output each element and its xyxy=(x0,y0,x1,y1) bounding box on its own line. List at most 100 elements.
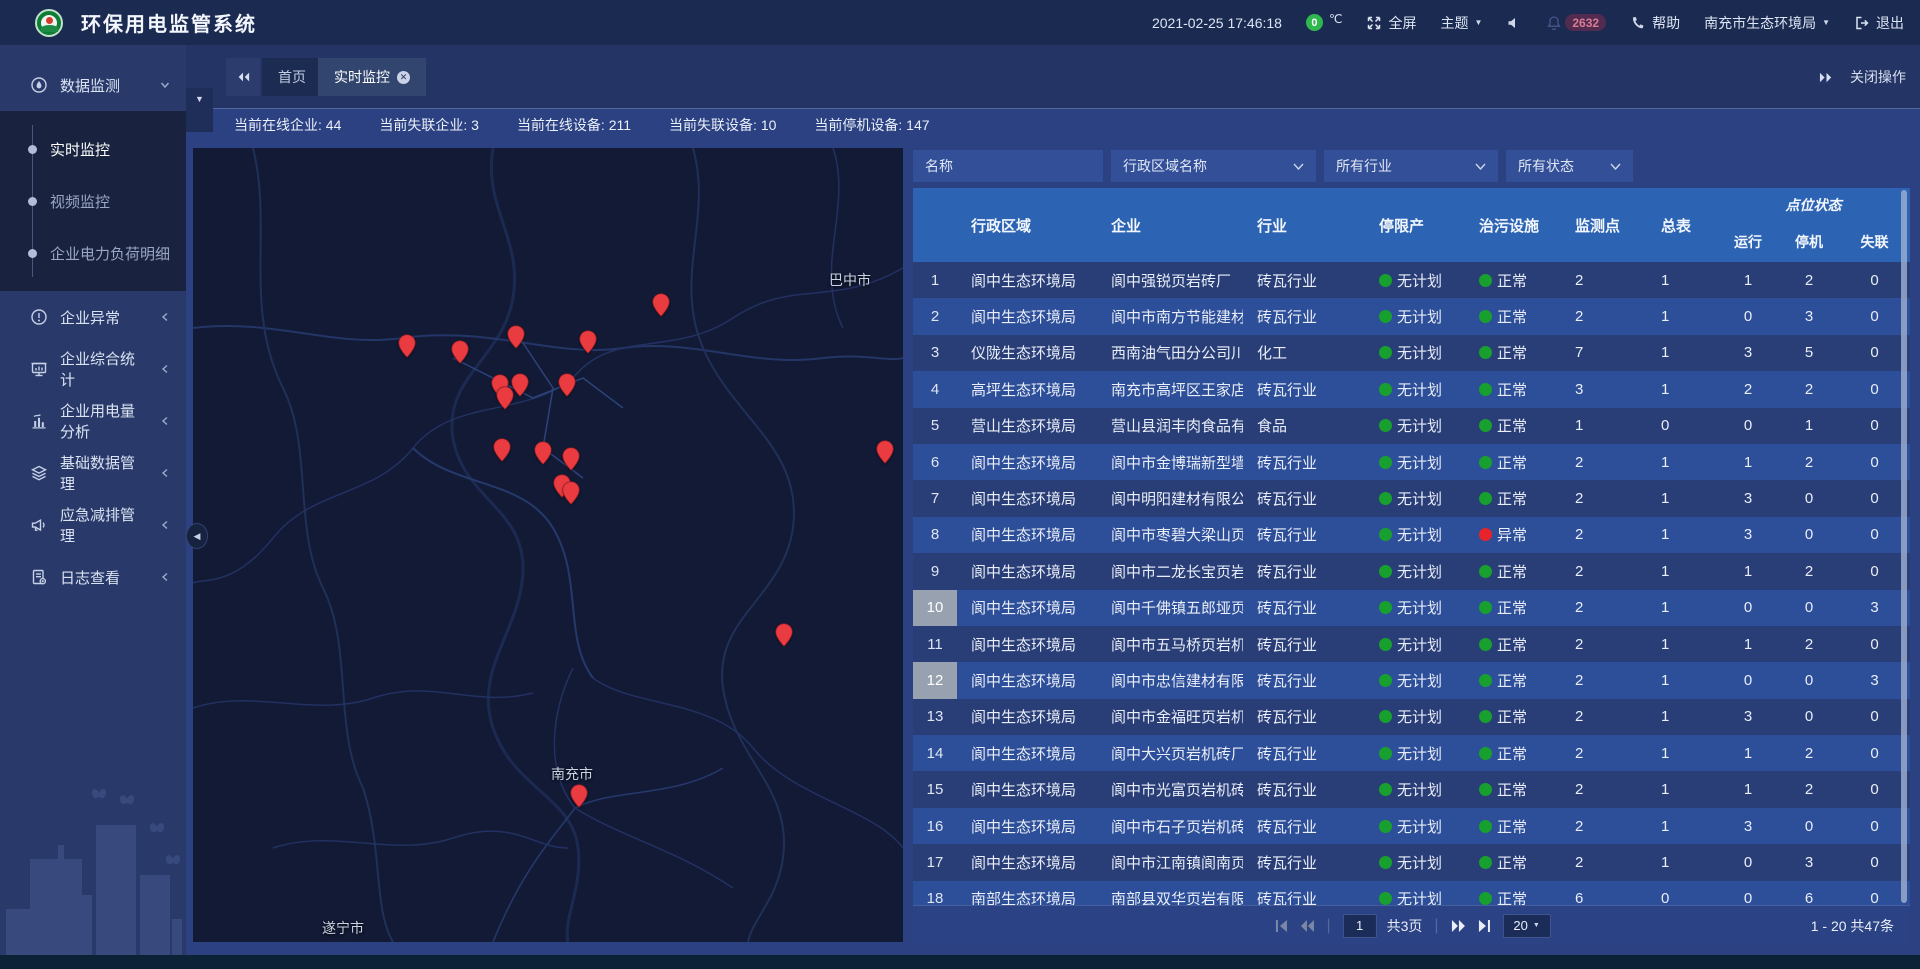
chevron-down-icon xyxy=(1475,163,1486,170)
sidebar-item-1[interactable]: 企业异常 xyxy=(0,291,186,343)
sidebar-item-3[interactable]: 企业用电量分析 xyxy=(0,395,186,447)
row-industry-cell: 砖瓦行业 xyxy=(1243,517,1365,553)
next-page-button[interactable] xyxy=(1451,919,1467,933)
map-pin-icon[interactable] xyxy=(579,330,597,354)
table-row[interactable]: 10阆中生态环境局阆中千佛镇五郎垭页岩砖瓦行业无计划正常21003 xyxy=(913,590,1910,626)
sidebar-item-0[interactable]: 数据监测 xyxy=(0,59,186,111)
row-industry-cell: 砖瓦行业 xyxy=(1243,590,1365,626)
fullscreen-button[interactable]: 全屏 xyxy=(1366,13,1416,33)
sidebar-item-6[interactable]: 日志查看 xyxy=(0,551,186,603)
row-company-cell: 阆中市南方节能建材有 xyxy=(1097,298,1243,334)
panel-collapse-handle[interactable]: ▼ xyxy=(186,88,213,132)
map-canvas[interactable]: 巴中市南充市遂宁市 xyxy=(193,148,903,942)
table-row[interactable]: 2阆中生态环境局阆中市南方节能建材有砖瓦行业无计划正常21030 xyxy=(913,298,1910,334)
row-company-cell: 营山县润丰肉食品有限 xyxy=(1097,408,1243,444)
table-row[interactable]: 13阆中生态环境局阆中市金福旺页岩机砖砖瓦行业无计划正常21300 xyxy=(913,699,1910,735)
row-industry-cell: 砖瓦行业 xyxy=(1243,298,1365,334)
sidebar-item-2[interactable]: 企业综合统计 xyxy=(0,343,186,395)
row-stopped-cell: 2 xyxy=(1779,444,1839,480)
map-pin-icon[interactable] xyxy=(398,334,416,358)
table-row[interactable]: 17阆中生态环境局阆中市江南镇阆南页岩砖瓦行业无计划正常21030 xyxy=(913,844,1910,880)
row-meters-cell: 1 xyxy=(1647,371,1717,407)
row-offline-cell: 3 xyxy=(1839,662,1910,698)
map-pin-icon[interactable] xyxy=(496,386,514,410)
row-stopped-cell: 0 xyxy=(1779,590,1839,626)
city-label-1: 南充市 xyxy=(551,764,593,784)
row-facility-cell: 正常 xyxy=(1465,808,1561,844)
exit-label: 退出 xyxy=(1876,13,1904,33)
map-pin-icon[interactable] xyxy=(493,438,511,462)
map-pin-icon[interactable] xyxy=(652,293,670,317)
mute-button[interactable] xyxy=(1506,15,1522,31)
submenu-item-0[interactable]: 实时监控 xyxy=(0,123,186,175)
exit-button[interactable]: 退出 xyxy=(1854,13,1904,33)
row-stopped-cell: 5 xyxy=(1779,335,1839,371)
row-company-cell: 西南油气田分公司川中 xyxy=(1097,335,1243,371)
table-row[interactable]: 11阆中生态环境局阆中市五马桥页岩机砖砖瓦行业无计划正常21120 xyxy=(913,626,1910,662)
table-row[interactable]: 14阆中生态环境局阆中大兴页岩机砖厂砖瓦行业无计划正常21120 xyxy=(913,735,1910,771)
first-page-button[interactable] xyxy=(1272,919,1288,933)
industry-filter-select[interactable]: 所有行业 xyxy=(1324,150,1498,182)
map-pin-icon[interactable] xyxy=(876,440,894,464)
last-page-button[interactable] xyxy=(1477,919,1493,933)
map-pin-icon[interactable] xyxy=(558,373,576,397)
row-offline-cell: 0 xyxy=(1839,408,1910,444)
row-facility-cell: 正常 xyxy=(1465,262,1561,298)
name-filter-placeholder: 名称 xyxy=(925,156,1091,176)
table-row[interactable]: 9阆中生态环境局阆中市二龙长宝页岩砖砖瓦行业无计划正常21120 xyxy=(913,553,1910,589)
previous-page-button[interactable] xyxy=(1298,919,1314,933)
table-row[interactable]: 1阆中生态环境局阆中强锐页岩砖厂砖瓦行业无计划正常21120 xyxy=(913,262,1910,298)
map-pin-icon[interactable] xyxy=(562,447,580,471)
table-row[interactable]: 6阆中生态环境局阆中市金博瑞新型墙材砖瓦行业无计划正常21120 xyxy=(913,444,1910,480)
org-dropdown[interactable]: 南充市生态环境局 ▼ xyxy=(1704,13,1830,33)
notifications-button[interactable]: 2632 xyxy=(1546,14,1606,31)
row-company-cell: 阆中千佛镇五郎垭页岩 xyxy=(1097,590,1243,626)
table-row[interactable]: 15阆中生态环境局阆中市光富页岩机砖厂砖瓦行业无计划正常21120 xyxy=(913,771,1910,807)
submenu-item-2[interactable]: 企业电力负荷明细 xyxy=(0,227,186,279)
row-region-cell: 仪陇生态环境局 xyxy=(957,335,1097,371)
table-row[interactable]: 12阆中生态环境局阆中市忠信建材有限公砖瓦行业无计划正常21003 xyxy=(913,662,1910,698)
sidebar-item-label: 企业异常 xyxy=(60,307,148,328)
tab-close-icon[interactable]: ✕ xyxy=(397,71,410,84)
sidebar-item-4[interactable]: 基础数据管理 xyxy=(0,447,186,499)
map-pin-icon[interactable] xyxy=(570,784,588,808)
close-operations-button[interactable]: 关闭操作 xyxy=(1850,67,1906,87)
stat-2: 当前在线设备: 211 xyxy=(517,115,631,135)
row-running-cell: 0 xyxy=(1717,662,1779,698)
row-facility-cell: 正常 xyxy=(1465,371,1561,407)
page-number-input[interactable]: 1 xyxy=(1343,914,1377,938)
map-pin-icon[interactable] xyxy=(534,441,552,465)
sidebar-item-5[interactable]: 应急减排管理 xyxy=(0,499,186,551)
bullet-icon xyxy=(28,249,37,258)
tabs-scroll-right-button[interactable] xyxy=(1819,71,1834,84)
tab-home[interactable]: 首页 xyxy=(262,58,322,96)
theme-dropdown[interactable]: 主题 ▼ xyxy=(1440,13,1482,33)
table-row[interactable]: 4高坪生态环境局南充市高坪区王家店建砖瓦行业无计划正常31220 xyxy=(913,371,1910,407)
map-collapse-button[interactable]: ◀ xyxy=(186,523,208,549)
table-row[interactable]: 8阆中生态环境局阆中市枣碧大梁山页岩砖瓦行业无计划异常21300 xyxy=(913,517,1910,553)
plan-status: 无计划 xyxy=(1397,706,1442,727)
page-size-select[interactable]: 20 ▼ xyxy=(1503,914,1551,938)
table-row[interactable]: 5营山生态环境局营山县润丰肉食品有限食品无计划正常10010 xyxy=(913,408,1910,444)
row-plan-cell: 无计划 xyxy=(1365,553,1465,589)
facility-status: 正常 xyxy=(1497,816,1527,837)
table-scrollbar[interactable] xyxy=(1901,190,1907,903)
temperature-unit: ℃ xyxy=(1329,12,1342,26)
region-filter-select[interactable]: 行政区域名称 xyxy=(1111,150,1316,182)
row-index-cell: 11 xyxy=(913,626,957,662)
map-pin-icon[interactable] xyxy=(451,340,469,364)
table-row[interactable]: 3仪陇生态环境局西南油气田分公司川中化工无计划正常71350 xyxy=(913,335,1910,371)
name-filter-input[interactable]: 名称 xyxy=(913,150,1103,182)
map-pin-icon[interactable] xyxy=(775,623,793,647)
status-filter-select[interactable]: 所有状态 xyxy=(1506,150,1633,182)
sidebar-item-label: 基础数据管理 xyxy=(60,452,148,494)
map-pin-icon[interactable] xyxy=(507,325,525,349)
submenu-item-1[interactable]: 视频监控 xyxy=(0,175,186,227)
tab-realtime-monitor[interactable]: 实时监控 ✕ xyxy=(318,58,426,96)
row-running-cell: 0 xyxy=(1717,590,1779,626)
table-row[interactable]: 7阆中生态环境局阆中明阳建材有限公司砖瓦行业无计划正常21300 xyxy=(913,480,1910,516)
map-pin-icon[interactable] xyxy=(562,481,580,505)
help-button[interactable]: 帮助 xyxy=(1630,13,1680,33)
tabs-scroll-left-button[interactable] xyxy=(226,58,260,96)
table-row[interactable]: 16阆中生态环境局阆中市石子页岩机砖厂砖瓦行业无计划正常21300 xyxy=(913,808,1910,844)
